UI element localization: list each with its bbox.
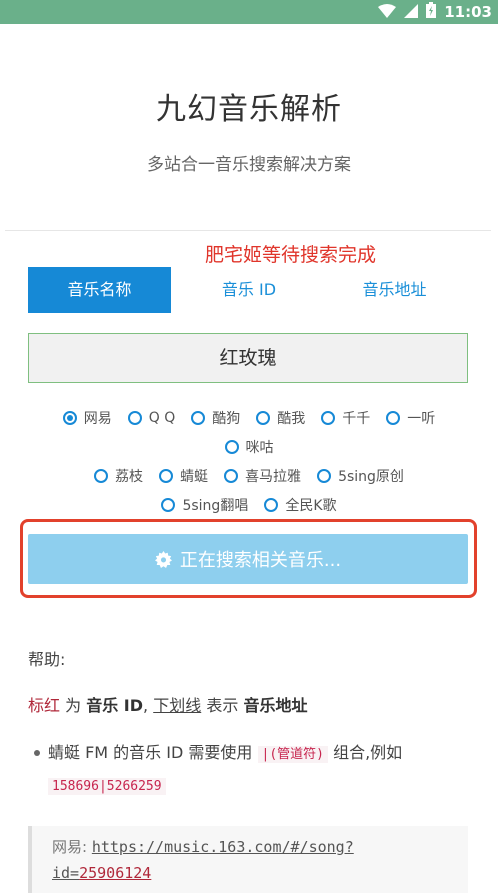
radio-label: 网易 xyxy=(83,410,112,427)
music-url-term: 音乐地址 xyxy=(243,696,308,715)
comma: , xyxy=(143,696,149,715)
app-subtitle: 多站合一音乐搜索解决方案 xyxy=(147,155,351,175)
radio-unchecked-icon xyxy=(191,410,206,425)
radio-qq[interactable]: Q Q xyxy=(127,409,176,426)
radio-netease[interactable]: 网易 xyxy=(62,408,112,428)
radio-label: 全民K歌 xyxy=(285,497,337,514)
divider xyxy=(5,230,491,231)
search-mode-tabs: 音乐名称 音乐 ID 音乐地址 xyxy=(28,267,468,313)
wifi-icon xyxy=(378,3,397,22)
help-legend: 标红 为 音乐 ID, 下划线 表示 音乐地址 xyxy=(28,692,307,716)
radio-row: 荔枝 蜻蜓 喜马拉雅 5sing原创 xyxy=(0,461,498,490)
radio-kuwo[interactable]: 酷我 xyxy=(256,408,305,428)
signal-icon xyxy=(404,3,419,22)
radio-checked-icon xyxy=(62,410,77,425)
radio-qianqian[interactable]: 千千 xyxy=(321,408,370,428)
radio-quanmin-kge[interactable]: 全民K歌 xyxy=(264,495,337,515)
gear-icon xyxy=(154,550,172,568)
radio-label: 5sing翻唱 xyxy=(182,497,249,514)
radio-row: 5sing翻唱 全民K歌 xyxy=(0,490,498,519)
bullet-prefix: 蜻蜓 FM 的音乐 ID 需要使用 xyxy=(48,743,253,762)
radio-unchecked-icon xyxy=(159,468,174,483)
for-text: 为 xyxy=(65,696,82,715)
bullet-suffix: 组合,例如 xyxy=(333,743,403,762)
help-bullet: 蜻蜓 FM 的音乐 ID 需要使用 |(管道符) 组合,例如 158696|52… xyxy=(34,738,468,802)
radio-label: 一听 xyxy=(407,410,436,427)
radio-lizhi[interactable]: 荔枝 xyxy=(94,466,143,486)
radio-unchecked-icon xyxy=(321,410,336,425)
search-button[interactable]: 正在搜索相关音乐... xyxy=(28,534,468,584)
radio-row: 咪咕 xyxy=(0,432,498,461)
radio-label: 5sing原创 xyxy=(338,468,404,485)
search-input[interactable]: 红玫瑰 xyxy=(28,333,468,383)
tab-music-url[interactable]: 音乐地址 xyxy=(321,267,468,313)
radio-5sing-cover[interactable]: 5sing翻唱 xyxy=(161,495,248,515)
quote-label: 网易: xyxy=(52,838,88,856)
radio-unchecked-icon xyxy=(317,468,332,483)
tab-music-name[interactable]: 音乐名称 xyxy=(28,267,171,313)
status-bar: 11:03 xyxy=(0,0,498,24)
example-quote: 网易: https://music.163.com/#/song? id=259… xyxy=(28,826,468,893)
radio-unchecked-icon xyxy=(161,497,176,512)
red-label: 标红 xyxy=(28,696,61,715)
radio-unchecked-icon xyxy=(264,497,279,512)
radio-row: 网易 Q Q 酷狗 酷我 千千 一听 xyxy=(0,403,498,432)
radio-ximalaya[interactable]: 喜马拉雅 xyxy=(224,466,301,486)
search-button-label: 正在搜索相关音乐... xyxy=(179,550,342,571)
radio-unchecked-icon xyxy=(256,410,271,425)
bullet-dot xyxy=(34,750,40,756)
radio-label: 酷狗 xyxy=(212,410,241,427)
app-title: 九幻音乐解析 xyxy=(156,92,342,127)
radio-unchecked-icon xyxy=(127,410,142,425)
quote-url[interactable]: https://music.163.com/#/song? xyxy=(92,838,354,856)
radio-unchecked-icon xyxy=(386,410,401,425)
radio-yiting[interactable]: 一听 xyxy=(386,408,435,428)
tab-music-id[interactable]: 音乐 ID xyxy=(177,267,321,313)
radio-unchecked-icon xyxy=(94,468,109,483)
radio-label: 荔枝 xyxy=(115,468,144,485)
underline-label: 下划线 xyxy=(153,696,202,715)
help-label: 帮助: xyxy=(28,650,66,669)
source-radio-group: 网易 Q Q 酷狗 酷我 千千 一听 咪咕 荔枝 蜻蜓 喜马拉雅 5sing原创… xyxy=(0,403,498,519)
status-time: 11:03 xyxy=(444,3,492,21)
radio-label: 酷我 xyxy=(277,410,306,427)
quote-id: 25906124 xyxy=(79,864,152,882)
radio-kugou[interactable]: 酷狗 xyxy=(191,408,240,428)
means-text: 表示 xyxy=(206,696,239,715)
example-code: 158696|5266259 xyxy=(48,778,166,795)
status-message: 肥宅姬等待搜索完成 xyxy=(205,244,377,266)
music-id-term: 音乐 ID xyxy=(86,696,144,715)
status-icons: 11:03 xyxy=(378,0,492,24)
radio-migu[interactable]: 咪咕 xyxy=(224,437,274,457)
radio-5sing-original[interactable]: 5sing原创 xyxy=(317,466,404,486)
radio-unchecked-icon xyxy=(224,439,239,454)
battery-icon xyxy=(426,2,437,22)
quote-id-prefix: id= xyxy=(52,864,80,882)
radio-label: 千千 xyxy=(342,410,371,427)
pipe-code: |(管道符) xyxy=(257,746,328,763)
radio-label: 咪咕 xyxy=(245,439,274,456)
radio-label: Q Q xyxy=(148,409,176,426)
radio-label: 喜马拉雅 xyxy=(245,468,302,485)
radio-unchecked-icon xyxy=(224,468,239,483)
radio-label: 蜻蜓 xyxy=(180,468,209,485)
radio-qingting[interactable]: 蜻蜓 xyxy=(159,466,208,486)
